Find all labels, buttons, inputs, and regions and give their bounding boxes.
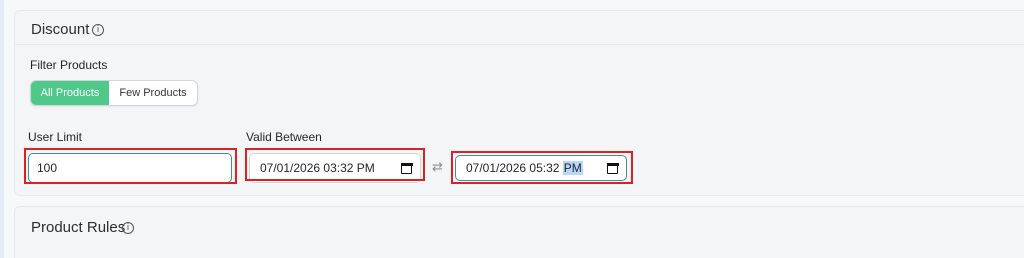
calendar-icon[interactable] <box>400 162 413 174</box>
product-rules-title: Product Rules <box>31 219 126 236</box>
start-time: 03:32 <box>323 161 354 175</box>
end-date: 07/01/2026 <box>466 161 527 175</box>
left-edge-strip <box>0 0 4 258</box>
discount-title: Discount <box>31 21 90 38</box>
info-icon[interactable]: i <box>122 222 134 234</box>
valid-between-label: Valid Between <box>246 130 322 144</box>
discount-card-header: Discount i <box>15 11 1024 45</box>
few-products-option[interactable]: Few Products <box>109 81 197 105</box>
end-datetime-input[interactable]: 07/01/2026 05:32 PM <box>455 155 627 181</box>
info-icon[interactable]: i <box>92 24 104 36</box>
end-ampm-selected[interactable]: PM <box>562 161 583 175</box>
product-rules-card: Product Rules i <box>14 206 1024 258</box>
user-limit-label: User Limit <box>28 130 83 144</box>
end-time: 05:32 <box>529 161 560 175</box>
user-limit-input[interactable]: 100 <box>28 153 232 183</box>
calendar-icon[interactable] <box>606 162 619 174</box>
all-products-option[interactable]: All Products <box>31 81 109 105</box>
start-ampm: PM <box>356 161 375 175</box>
page: Discount i Filter Products All Products … <box>0 0 1024 258</box>
user-limit-value: 100 <box>37 161 58 175</box>
filter-products-label: Filter Products <box>30 58 108 72</box>
start-datetime-input[interactable]: 07/01/2026 03:32 PM <box>249 153 421 183</box>
swap-arrows-icon: ⇄ <box>432 160 443 175</box>
filter-products-segmented-control: All Products Few Products <box>30 80 198 106</box>
start-date: 07/01/2026 <box>260 161 321 175</box>
